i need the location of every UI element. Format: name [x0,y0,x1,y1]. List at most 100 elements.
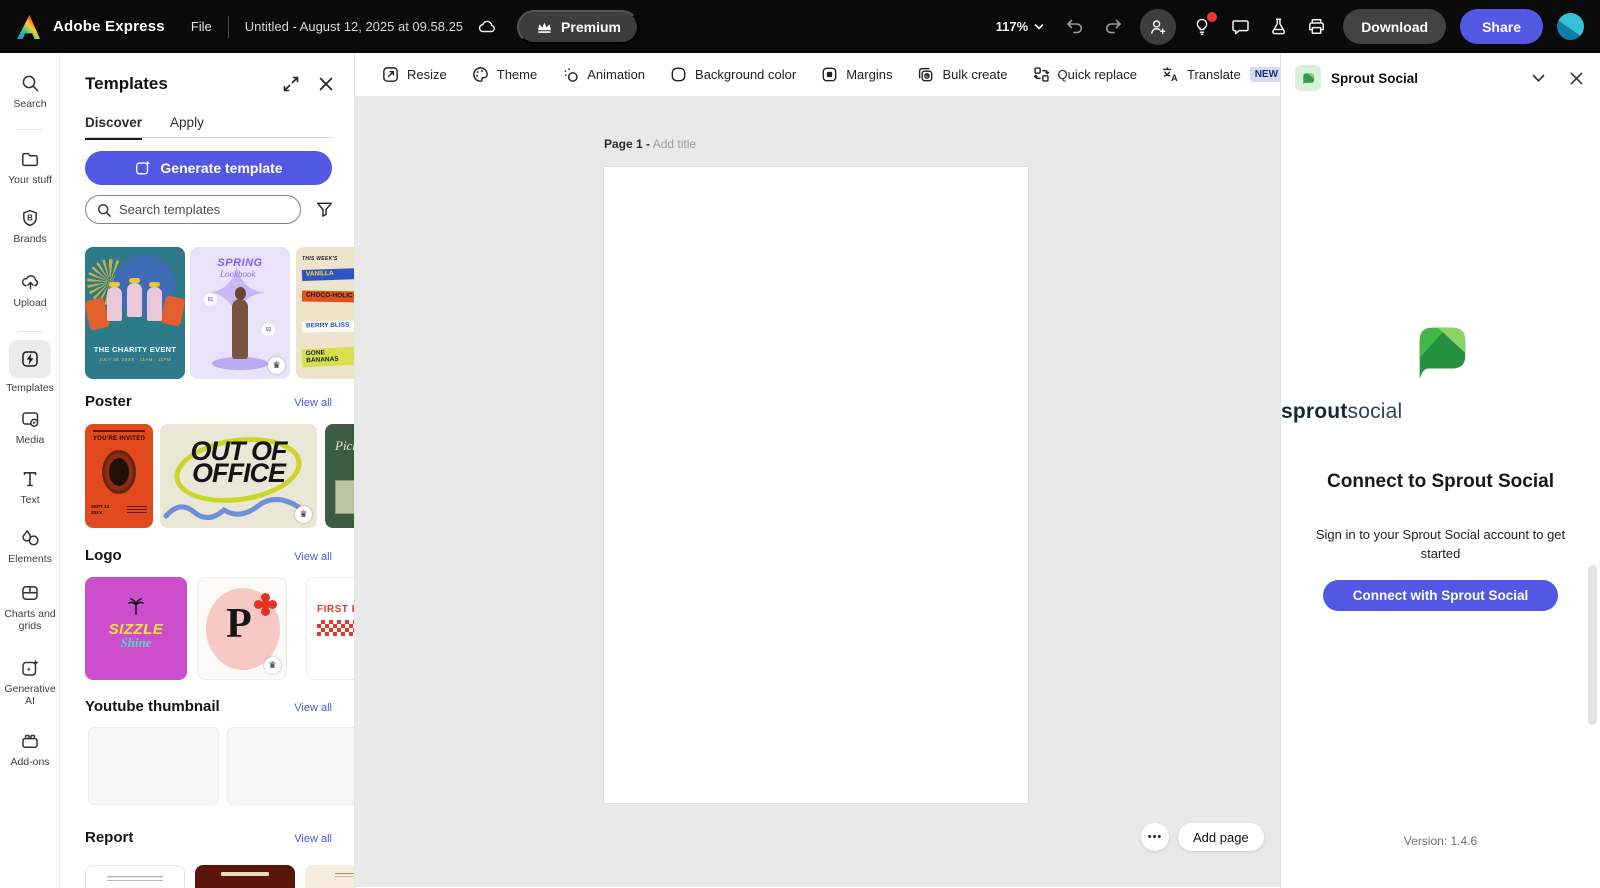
connect-description: Sign in to your Sprout Social account to… [1315,527,1566,561]
thumbnail-placeholder[interactable] [88,727,219,805]
template-card-report-maroon[interactable] [195,865,295,888]
view-all-youtube[interactable]: View all [294,702,332,714]
sparkle-square-icon [0,657,60,679]
bulk-create-icon [916,65,935,84]
print-button[interactable] [1304,14,1329,39]
close-panel-button[interactable] [316,74,336,94]
shapes-icon [0,527,60,549]
translate-icon: A [1161,65,1180,84]
template-card-youre-invited[interactable]: YOU'RE INVITED SEPT 14 20XX [85,424,153,528]
animation-icon [561,65,580,84]
comments-button[interactable] [1228,15,1253,39]
add-ons-icon [0,730,60,752]
sidebar-item-generative-ai[interactable]: Generative AI [0,657,60,708]
tool-resize[interactable]: Resize [381,65,447,84]
tool-bulk-create[interactable]: Bulk create [916,65,1008,84]
connect-sprout-button[interactable]: Connect with Sprout Social [1323,580,1558,611]
topbar-divider [227,15,229,38]
template-card-sizzle-shine[interactable]: SIZZLE Shine [85,577,187,680]
search-input[interactable] [119,202,290,217]
brand: Adobe Express [16,14,165,40]
add-title-placeholder: Add title [652,137,697,151]
add-page-button[interactable]: Add page [1178,823,1264,851]
template-card-charity-event[interactable]: THE CHARITY EVENT JULY 10, 20XX · 11AM -… [85,247,185,379]
labs-flask-button[interactable] [1267,14,1290,39]
template-card-report-white[interactable] [85,865,185,888]
user-avatar[interactable] [1557,13,1584,40]
document-title[interactable]: Untitled - August 12, 2025 at 09.58.25 [245,19,463,34]
filter-button[interactable] [313,198,336,221]
collapse-panel-button[interactable] [1530,72,1547,85]
editor-main: Resize Theme Animation Background color … [355,53,1280,888]
generate-template-button[interactable]: Generate template [85,151,332,185]
expand-panel-button[interactable] [280,73,302,95]
sidebar-item-your-stuff[interactable]: Your stuff [0,148,60,186]
cloud-sync-icon[interactable] [475,15,499,39]
sidebar-item-brands[interactable]: B Brands [0,207,60,245]
page-label[interactable]: Page 1 - Add title [604,137,696,151]
premium-crown-badge: ♛ [268,357,285,374]
adobe-express-logo-icon[interactable] [16,14,43,40]
zoom-level: 117% [995,19,1029,34]
canvas-toolbar: Resize Theme Animation Background color … [355,53,1280,97]
palette-icon [471,65,490,84]
canvas-page[interactable] [604,167,1028,803]
redo-button[interactable] [1101,14,1126,39]
topbar-actions: 117% Download Share [996,8,1584,45]
sidebar-item-media[interactable]: Media [0,408,60,446]
template-search[interactable] [85,195,301,224]
add-collaborator-button[interactable] [1140,8,1177,45]
template-card-first-place[interactable]: FIRST PLA [306,577,354,680]
undo-button[interactable] [1062,14,1087,39]
view-all-poster[interactable]: View all [294,397,332,409]
tool-theme[interactable]: Theme [471,65,537,84]
view-all-logo[interactable]: View all [294,551,332,563]
connect-heading: Connect to Sprout Social [1327,471,1554,492]
sidebar-item-search[interactable]: Search [0,72,60,110]
sidebar-item-templates[interactable]: Templates [0,340,60,394]
section-title-logo: Logo [85,547,122,564]
template-card-p-logo[interactable]: P ♛ [197,577,287,680]
file-menu[interactable]: File [191,19,212,34]
tool-margins[interactable]: Margins [820,65,892,84]
tool-translate[interactable]: A Translate NEW [1161,65,1280,84]
view-all-report[interactable]: View all [294,833,332,845]
premium-crown-badge: ♛ [264,657,281,674]
templates-panel: Templates Discover Apply Generate templa… [60,53,355,888]
template-card-spring-lookbook[interactable]: ✦ SPRING Lookbook 01 02 ♛ [190,247,290,379]
share-button[interactable]: Share [1460,9,1543,44]
template-card-ice-cream[interactable]: THIS WEEK'S VANILLA CHOCO-HOLIC BERRY BL… [296,247,354,379]
tool-animation[interactable]: Animation [561,65,645,84]
crown-icon [535,19,553,35]
text-icon [0,468,60,490]
download-button[interactable]: Download [1343,9,1447,44]
sprout-wordmark: sproutsocial [1281,400,1403,423]
resize-icon [381,65,400,84]
premium-button[interactable]: Premium [517,9,639,44]
template-card-picnic[interactable]: Pick [325,424,354,528]
more-options-button[interactable]: ••• [1141,823,1169,851]
sidebar-item-charts-and-grids[interactable]: Charts and grids [0,582,60,633]
sidebar-item-add-ons[interactable]: Add-ons [0,730,60,768]
tool-background-color[interactable]: Background color [669,65,796,84]
template-card-report-cream[interactable] [305,865,354,888]
version-label: Version: 1.4.6 [1403,834,1478,848]
chevron-down-icon [1034,23,1044,30]
left-rail: Search Your stuff B Brands Upload Templa… [0,53,60,888]
checker-pattern [317,620,354,636]
section-title-report: Report [85,829,134,846]
sidebar-item-upload[interactable]: Upload [0,271,60,309]
canvas-area: Page 1 - Add title ••• Add page [355,97,1280,887]
thumbnail-placeholder[interactable] [227,727,354,805]
tool-quick-replace[interactable]: Quick replace [1032,65,1137,84]
rail-divider [18,331,42,332]
panel-scrollbar[interactable] [1588,565,1597,725]
template-card-out-of-office[interactable]: OUT OF OFFICE ♛ [160,424,317,528]
new-badge: NEW [1249,67,1280,82]
sidebar-item-text[interactable]: Text [0,468,60,506]
zoom-control[interactable]: 117% [996,19,1045,34]
close-addon-button[interactable] [1567,69,1586,88]
flower-shape [261,600,270,609]
sidebar-item-elements[interactable]: Elements [0,527,60,565]
ideas-lightbulb-button[interactable] [1190,12,1218,39]
